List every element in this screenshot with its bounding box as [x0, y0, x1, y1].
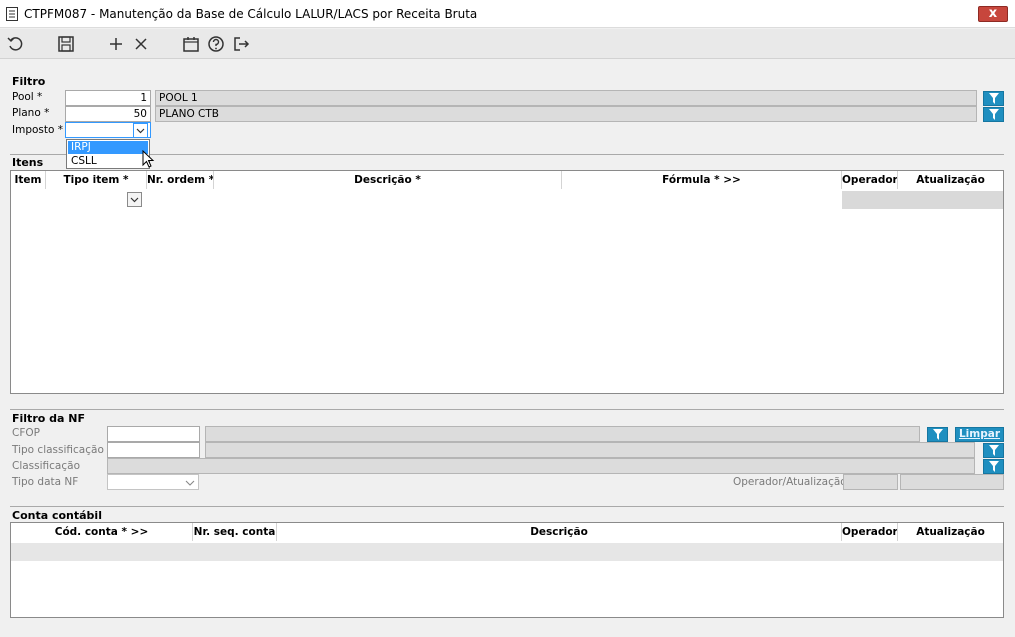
delete-icon[interactable]	[131, 34, 151, 54]
itens-section-title: Itens	[12, 156, 44, 169]
imposto-label: Imposto *	[12, 124, 64, 136]
conta-col-descricao[interactable]: Descrição	[277, 523, 842, 541]
add-icon[interactable]	[106, 34, 126, 54]
tipo-classificacao-label: Tipo classificação	[12, 444, 104, 456]
operador-atualizacao-label: Operador/Atualização	[733, 476, 847, 488]
undo-icon[interactable]	[6, 34, 26, 54]
imposto-option-csll[interactable]: CSLL	[68, 155, 148, 168]
classificacao-input	[107, 458, 975, 474]
chevron-down-icon	[136, 128, 145, 134]
help-icon[interactable]	[206, 34, 226, 54]
cfop-description	[205, 426, 920, 442]
title-bar: CTPFM087 - Manutenção da Base de Cálculo…	[0, 0, 1015, 28]
chevron-down-icon	[185, 480, 195, 486]
operador-field	[843, 474, 898, 490]
itens-col-nr-ordem[interactable]: Nr. ordem *	[147, 171, 214, 189]
itens-grid[interactable]: Item Tipo item * Nr. ordem * Descrição *…	[10, 170, 1004, 394]
itens-col-atualizacao[interactable]: Atualização	[898, 171, 1003, 189]
conta-contabil-grid[interactable]: Cód. conta * >> Nr. seq. conta Descrição…	[10, 522, 1004, 618]
itens-divider	[10, 154, 1004, 155]
toolbar	[0, 29, 1015, 59]
filtro-section-title: Filtro	[12, 75, 46, 88]
classificacao-filter-button[interactable]	[983, 459, 1004, 474]
itens-col-operador[interactable]: Operador	[842, 171, 898, 189]
classificacao-label: Classificação	[12, 460, 80, 472]
tipo-classificacao-input[interactable]	[107, 442, 200, 458]
cfop-label: CFOP	[12, 427, 40, 439]
tipo-data-nf-label: Tipo data NF	[12, 476, 79, 488]
tipo-item-dropdown-button[interactable]	[127, 192, 142, 207]
conta-col-operador[interactable]: Operador	[842, 523, 898, 541]
filtro-nf-section-title: Filtro da NF	[12, 412, 85, 425]
pool-description: POOL 1	[155, 90, 977, 106]
atualizacao-field	[900, 474, 1004, 490]
imposto-dropdown-button[interactable]	[133, 123, 148, 138]
save-icon[interactable]	[56, 34, 76, 54]
filtro-nf-divider	[10, 409, 1004, 410]
itens-col-item[interactable]: Item	[11, 171, 46, 189]
conta-col-atualizacao[interactable]: Atualização	[898, 523, 1003, 541]
conta-contabil-divider	[10, 506, 1004, 507]
chevron-down-icon	[130, 197, 139, 203]
filter-icon	[932, 429, 943, 440]
exit-icon[interactable]	[231, 34, 251, 54]
mouse-cursor-icon	[142, 150, 155, 168]
limpar-button[interactable]: Limpar	[955, 427, 1004, 442]
tipo-classificacao-filter-button[interactable]	[983, 443, 1004, 458]
filter-icon	[988, 445, 999, 456]
itens-col-descricao[interactable]: Descrição *	[214, 171, 562, 189]
filter-icon	[988, 461, 999, 472]
itens-col-tipo-item[interactable]: Tipo item *	[46, 171, 147, 189]
tipo-data-nf-select[interactable]	[107, 474, 199, 490]
table-row[interactable]	[11, 543, 1003, 561]
plano-description: PLANO CTB	[155, 106, 977, 122]
conta-col-nr-seq[interactable]: Nr. seq. conta	[193, 523, 277, 541]
pool-label: Pool *	[12, 91, 43, 103]
imposto-dropdown-list: IRPJ CSLL	[66, 139, 150, 169]
calendar-icon[interactable]	[181, 34, 201, 54]
imposto-option-irpj[interactable]: IRPJ	[68, 141, 148, 154]
cfop-filter-button[interactable]	[927, 427, 948, 442]
cfop-input[interactable]	[107, 426, 200, 442]
itens-row-readonly	[842, 191, 1003, 209]
close-button[interactable]: x	[978, 6, 1008, 22]
conta-contabil-section-title: Conta contábil	[12, 509, 102, 522]
plano-input[interactable]: 50	[65, 106, 151, 122]
conta-col-cod-conta[interactable]: Cód. conta * >>	[11, 523, 193, 541]
pool-filter-button[interactable]	[983, 91, 1004, 106]
document-icon	[6, 7, 18, 21]
filter-icon	[988, 93, 999, 104]
filter-icon	[988, 109, 999, 120]
pool-input[interactable]: 1	[65, 90, 151, 106]
itens-col-formula[interactable]: Fórmula * >>	[562, 171, 842, 189]
tipo-classificacao-description	[205, 442, 975, 458]
plano-filter-button[interactable]	[983, 107, 1004, 122]
plano-label: Plano *	[12, 107, 50, 119]
window-title: CTPFM087 - Manutenção da Base de Cálculo…	[24, 7, 478, 21]
